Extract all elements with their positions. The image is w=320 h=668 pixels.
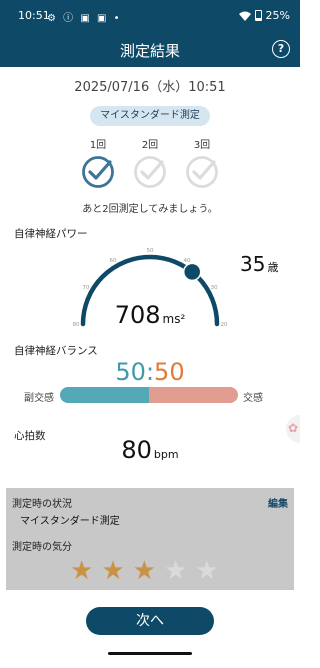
measurement-progress: 1回 2回 3回 [78,136,228,196]
situation-label: 測定時の状況 [12,499,72,510]
balance-left-value: 50 [115,358,146,386]
gauge-marker [182,262,202,282]
status-bar: 10:51 ⚙ ⓘ ▣ ▣ • 25% [0,0,300,32]
measurement-3: 3回 [182,136,222,189]
check-pending-icon [134,156,166,188]
measurement-datetime: 2025/07/16（水）10:51 [74,80,226,95]
balance-bar [60,387,238,403]
measurement-2-label: 2回 [141,140,159,151]
balance-bar-right [149,387,238,403]
help-icon[interactable]: ? [272,40,290,58]
heart-rate-value: 80 bpm [0,436,300,464]
check-pending-icon [186,156,218,188]
power-label: 自律神経パワー [14,228,88,240]
measurement-hint: あと2回測定してみましょう。 [82,204,218,215]
power-value: 708 ms² [0,301,300,329]
mood-rating[interactable]: ★ ★ ★ ★ ★ [70,558,219,584]
gesture-nav-bar[interactable] [108,652,192,655]
power-unit: ms² [162,312,186,326]
star-filled-icon[interactable]: ★ [133,558,156,584]
parasympathetic-label: 副交感 [24,393,54,404]
balance-separator: : [145,358,155,386]
check-done-icon [82,156,114,188]
wifi-icon [238,11,251,21]
status-right: 25% [238,9,290,22]
gauge-tick-label: 60 [110,258,117,264]
heart-rate-number: 80 [121,436,152,464]
age-unit: 歳 [267,261,279,274]
sympathetic-label: 交感 [243,393,263,404]
star-filled-icon[interactable]: ★ [70,558,93,584]
body-age: 35 歳 [240,252,278,276]
gauge-tick-label: 70 [82,285,89,291]
balance-label: 自律神経バランス [14,345,98,357]
mood-label: 測定時の気分 [12,542,72,553]
flower-icon: ✿ [288,421,299,435]
battery-icon [254,10,262,21]
age-value: 35 [240,252,266,276]
star-empty-icon[interactable]: ★ [164,558,187,584]
measurement-1: 1回 [78,136,118,189]
situation-value: マイスタンダード測定 [20,516,120,527]
status-time: 10:51 [18,9,50,22]
power-number: 708 [114,301,161,329]
balance-ratio: 50:50 [0,358,300,386]
situation-panel: 測定時の状況 編集 マイスタンダード測定 測定時の気分 ★ ★ ★ ★ ★ [6,488,294,590]
page-title: 測定結果 [119,42,180,60]
heart-rate-unit: bpm [153,448,179,461]
app-bar: 測定結果 ? [0,32,300,67]
balance-bar-left [60,387,149,403]
star-filled-icon[interactable]: ★ [101,558,124,584]
star-empty-icon[interactable]: ★ [195,558,218,584]
notification-icons: ⚙ ⓘ ▣ ▣ • [47,13,122,24]
edit-button[interactable]: 編集 [268,495,288,510]
battery-level: 25% [265,9,290,22]
mode-chip: マイスタンダード測定 [90,106,210,126]
measurement-1-label: 1回 [89,140,107,151]
balance-right-value: 50 [154,358,185,386]
next-button[interactable]: 次へ [86,607,214,635]
measurement-2: 2回 [130,136,170,189]
gauge-tick-label: 30 [211,285,218,291]
measurement-3-label: 3回 [193,140,211,151]
gauge-tick-label: 50 [147,248,154,254]
